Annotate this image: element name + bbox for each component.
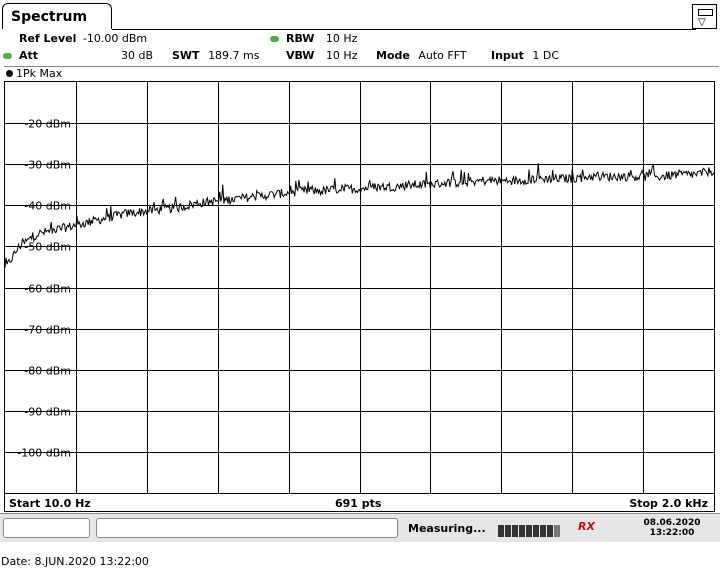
status-bar: Measuring... RX 08.06.2020 13:22:00 xyxy=(0,513,720,542)
ref-level-label: Ref Level xyxy=(19,32,77,45)
ref-level-value: -10.00 dBm xyxy=(82,32,148,45)
trace-dot-icon xyxy=(6,70,13,77)
bottom-date-stamp: Date: 8.JUN.2020 13:22:00 xyxy=(1,555,149,568)
y-tick-label: -20 dBm xyxy=(24,118,71,131)
swt-value: 189.7 ms xyxy=(208,49,260,62)
mode-setting: Mode Auto FFT xyxy=(376,49,467,62)
sweep-points: 691 pts xyxy=(335,497,382,510)
status-date: 08.06.2020 xyxy=(643,518,701,528)
datetime-display: 08.06.2020 13:22:00 xyxy=(630,518,714,538)
status-field-left[interactable] xyxy=(3,518,90,538)
keyboard-icon xyxy=(698,9,713,16)
swt-label: SWT xyxy=(172,49,200,62)
y-tick-label: -50 dBm xyxy=(24,241,71,254)
y-tick-label: -40 dBm xyxy=(24,200,71,213)
measuring-status: Measuring... xyxy=(408,522,486,535)
y-tick-label: -70 dBm xyxy=(24,324,71,337)
y-tick-label: -90 dBm xyxy=(24,406,71,419)
chevron-down-icon: ▽ xyxy=(698,17,706,28)
progress-bar xyxy=(498,522,570,537)
input-value: 1 DC xyxy=(532,49,560,62)
status-time: 13:22:00 xyxy=(649,528,695,538)
ref-level: Ref Level -10.00 dBm xyxy=(19,32,147,45)
mode-label: Mode xyxy=(376,49,410,62)
trace-line xyxy=(4,163,715,268)
rbw-value: 10 Hz xyxy=(325,32,358,45)
spectrum-chart[interactable]: -20 dBm -30 dBm -40 dBm -50 dBm -60 dBm -70 d… xyxy=(4,82,715,493)
trace-label: 1Pk Max xyxy=(16,67,63,80)
status-field-message[interactable] xyxy=(96,518,398,538)
tab-divider xyxy=(112,29,696,30)
vbw-label: VBW xyxy=(286,49,315,62)
att-value: 30 dB xyxy=(121,49,154,62)
rbw-indicator-icon xyxy=(270,36,279,42)
y-tick-label: -60 dBm xyxy=(24,283,71,296)
menu-button[interactable]: ▽ xyxy=(692,4,717,29)
mode-value: Auto FFT xyxy=(418,49,467,62)
y-tick-label: -100 dBm xyxy=(17,447,71,460)
diagram-footer: Start 10.0 Hz 691 pts Stop 2.0 kHz xyxy=(4,494,715,512)
start-frequency: Start 10.0 Hz xyxy=(9,497,91,510)
att-indicator-icon xyxy=(3,53,12,59)
trace-header: 1Pk Max xyxy=(4,66,719,81)
vbw-value: 10 Hz xyxy=(325,49,358,62)
att-label: Att xyxy=(19,49,39,62)
y-tick-label: -30 dBm xyxy=(24,159,71,172)
spectrum-diagram[interactable]: -20 dBm -30 dBm -40 dBm -50 dBm -60 dBm -70 d… xyxy=(4,81,715,494)
rx-logo-icon: RX xyxy=(578,520,595,533)
input-setting: Input 1 DC xyxy=(491,49,559,62)
tab-spectrum[interactable]: Spectrum xyxy=(2,3,112,29)
tab-title: Spectrum xyxy=(11,9,88,25)
rbw-label: RBW xyxy=(286,32,315,45)
stop-frequency: Stop 2.0 kHz xyxy=(629,497,708,510)
rbw-setting: RBW 10 Hz xyxy=(286,32,357,45)
y-tick-label: -80 dBm xyxy=(24,365,71,378)
swt-setting: SWT 189.7 ms xyxy=(172,49,260,62)
input-label: Input xyxy=(491,49,524,62)
vbw-setting: VBW 10 Hz xyxy=(286,49,357,62)
